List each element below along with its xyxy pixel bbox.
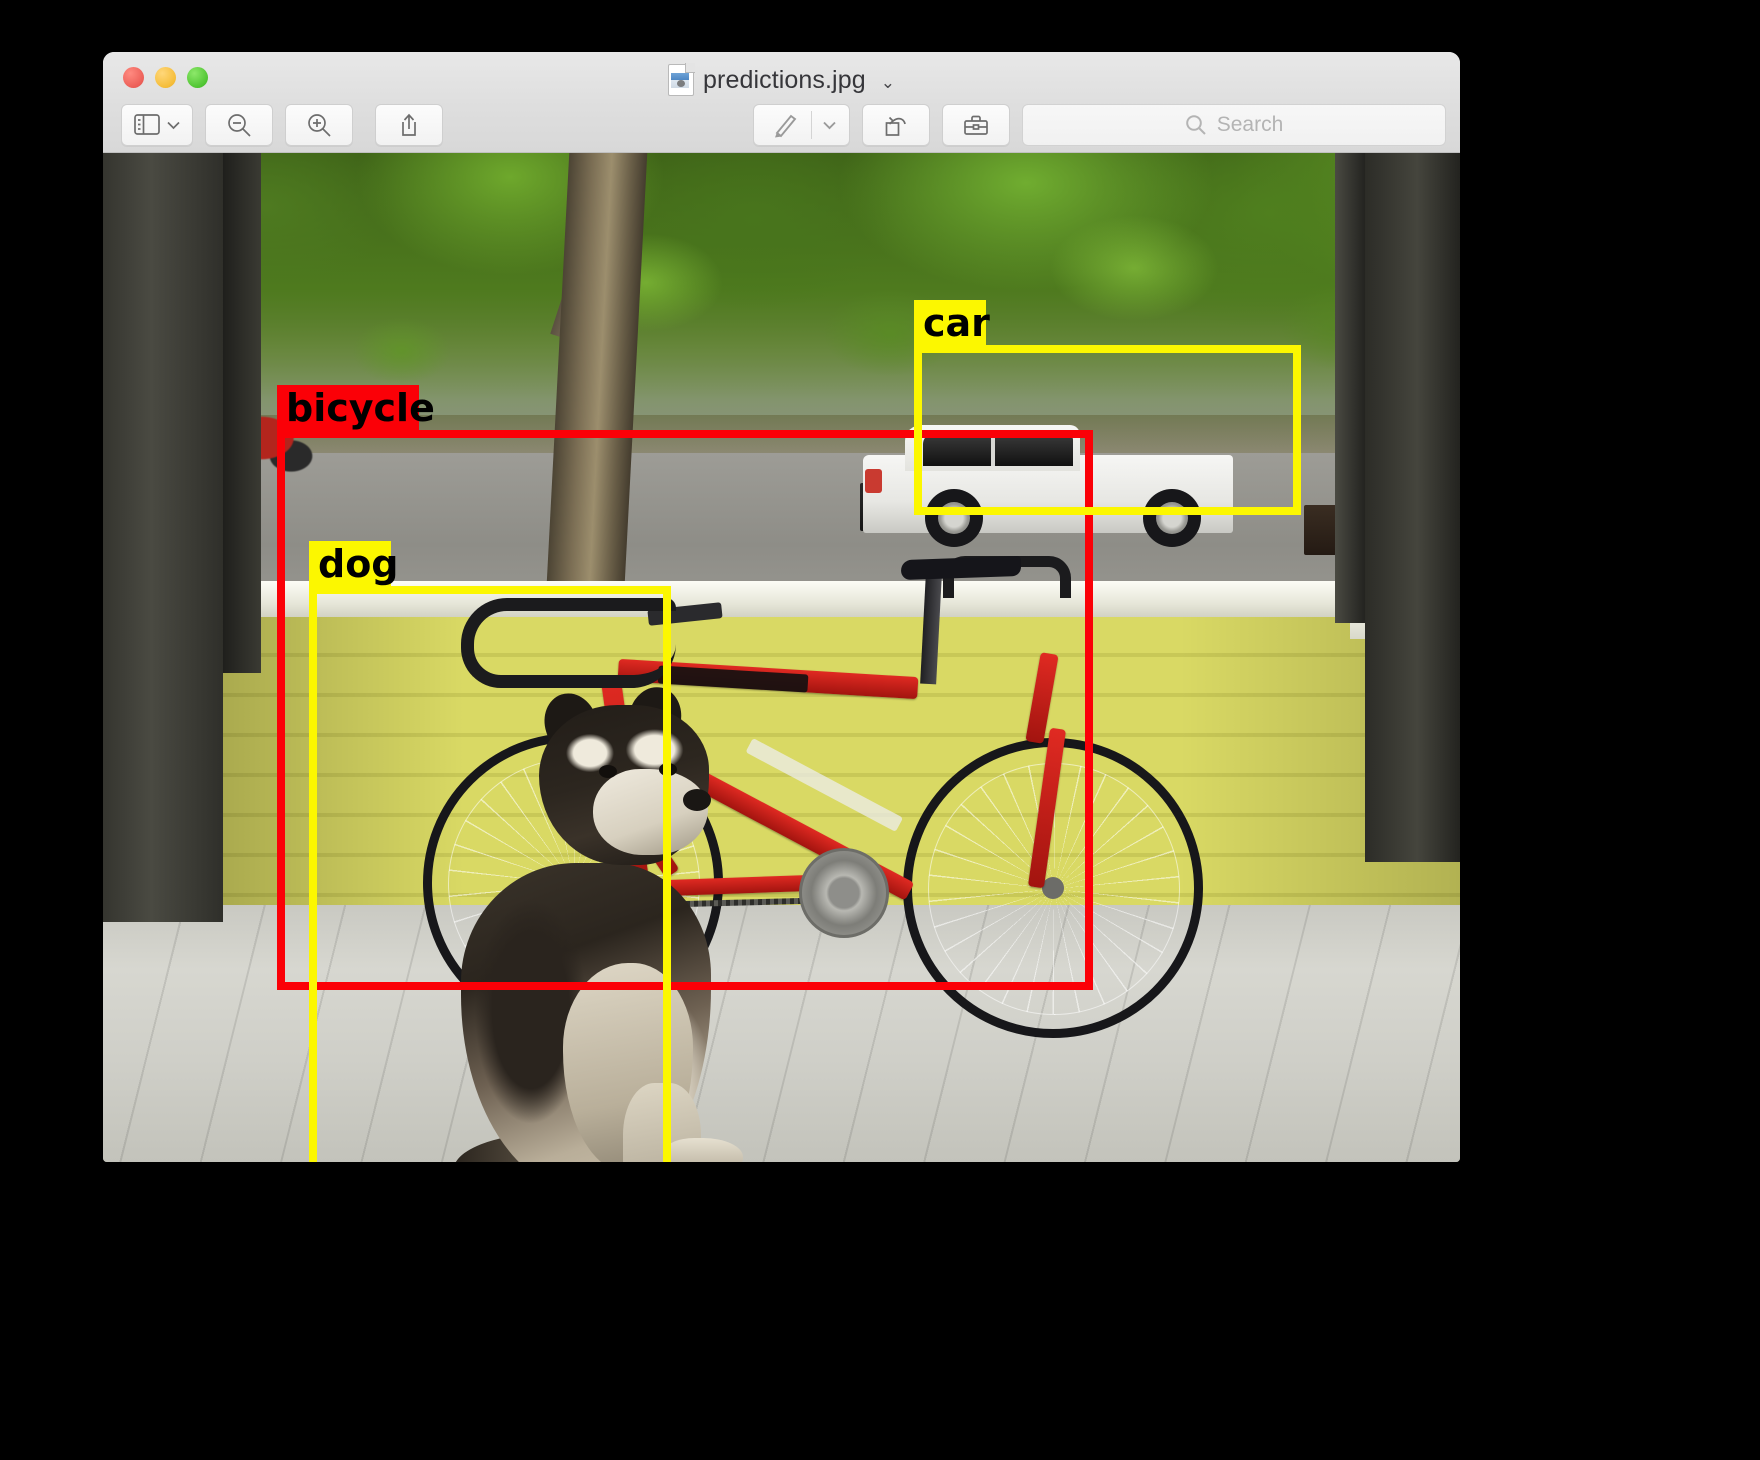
toolkit-button[interactable] [942,103,1010,146]
preview-window: predictions.jpg ⌄ Search bicycle dog car [103,52,1460,1162]
toolbar: Search [103,97,1460,152]
image-file-icon [668,63,696,96]
rotate-left-icon [883,112,909,138]
window-title-group: predictions.jpg ⌄ [103,63,1460,96]
sidebar-view-button[interactable] [121,103,193,146]
search-icon [1185,114,1207,136]
window-controls [123,67,208,88]
zoom-in-icon [306,112,332,138]
zoom-button[interactable] [187,67,208,88]
chevron-down-icon [166,120,181,130]
toolbar-right-group: Search [753,103,1446,146]
search-placeholder: Search [1216,112,1284,136]
detection-box-car [914,345,1301,515]
toolbar-left-group [121,103,443,146]
search-field[interactable]: Search [1022,103,1446,146]
toolbox-icon [962,113,990,137]
detection-label-car: car [914,300,990,346]
zoom-in-button[interactable] [285,103,353,146]
window-titlebar: predictions.jpg ⌄ Search [103,52,1460,153]
detection-box-dog [309,586,671,1162]
image-canvas[interactable]: bicycle dog car [103,153,1460,1162]
detection-overlay-layer: bicycle dog car [103,153,1460,1162]
window-title: predictions.jpg [703,65,866,94]
rotate-button[interactable] [862,103,930,146]
detection-box-bicycle [277,430,1093,990]
chevron-down-icon [822,120,837,130]
share-icon [397,112,421,138]
detection-label-bicycle: bicycle [277,385,435,431]
markup-pen-icon [772,112,798,138]
markup-button[interactable] [753,103,850,146]
zoom-out-icon [226,112,252,138]
minimize-button[interactable] [155,67,176,88]
zoom-out-button[interactable] [205,103,273,146]
sidebar-icon [133,114,160,135]
screen: predictions.jpg ⌄ Search bicycle dog car [0,0,1760,1460]
close-button[interactable] [123,67,144,88]
share-button[interactable] [375,103,443,146]
detection-label-dog: dog [309,541,399,587]
chevron-down-icon[interactable]: ⌄ [881,73,895,93]
